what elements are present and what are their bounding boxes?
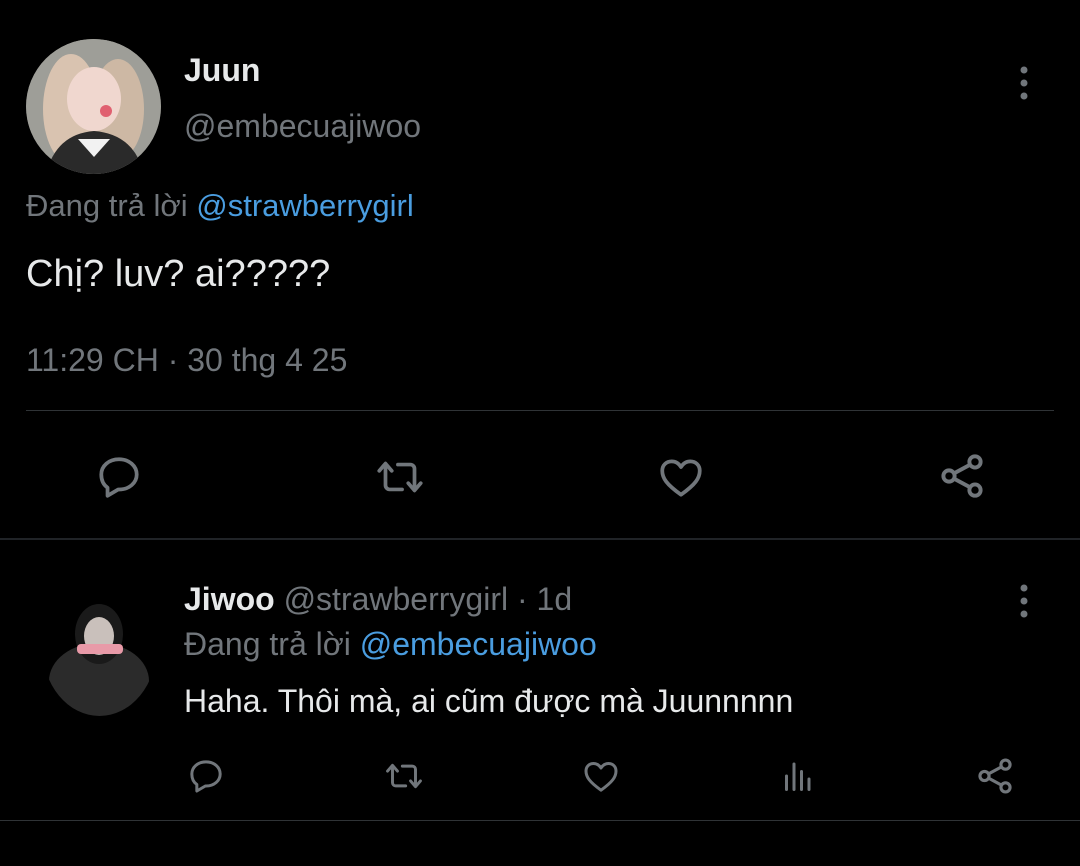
section-divider [0, 538, 1080, 540]
tweet-age[interactable]: · 1d [517, 581, 572, 617]
divider [0, 820, 1080, 821]
like-icon[interactable] [654, 450, 708, 504]
views-icon[interactable] [777, 756, 817, 796]
reply-icon[interactable] [184, 756, 228, 796]
retweet-icon[interactable] [370, 450, 430, 504]
tweet-text: Chị? luv? ai????? [26, 253, 331, 295]
avatar-illustration [42, 576, 157, 716]
display-name[interactable]: Jiwoo [184, 581, 275, 617]
avatar[interactable] [42, 576, 157, 716]
reply-context: Đang trả lời @strawberrygirl [26, 188, 414, 224]
more-options-icon[interactable] [1008, 64, 1040, 102]
reply-icon[interactable] [92, 450, 146, 504]
like-icon[interactable] [579, 756, 623, 796]
share-icon[interactable] [973, 755, 1017, 797]
user-handle[interactable]: @embecuajiwoo [184, 108, 421, 145]
avatar[interactable] [26, 39, 161, 174]
display-name[interactable]: Juun [184, 52, 260, 89]
tweet-header: Jiwoo @strawberrygirl · 1d [184, 581, 572, 618]
reply-to-handle[interactable]: @embecuajiwoo [360, 626, 597, 662]
reply-to-handle[interactable]: @strawberrygirl [196, 188, 414, 223]
reply-context: Đang trả lời @embecuajiwoo [184, 626, 597, 663]
reply-prefix: Đang trả lời [26, 188, 188, 223]
more-options-icon[interactable] [1008, 582, 1040, 620]
divider [26, 410, 1054, 411]
tweet-text: Haha. Thôi mà, ai cũm được mà Juunnnnn [184, 683, 794, 719]
reply-prefix: Đang trả lời [184, 626, 351, 662]
retweet-icon[interactable] [380, 756, 428, 796]
share-icon[interactable] [934, 448, 990, 504]
tweet-timestamp[interactable]: 11:29 CH · 30 thg 4 25 [26, 342, 347, 379]
avatar-illustration [26, 39, 161, 174]
user-handle[interactable]: @strawberrygirl [284, 581, 509, 617]
